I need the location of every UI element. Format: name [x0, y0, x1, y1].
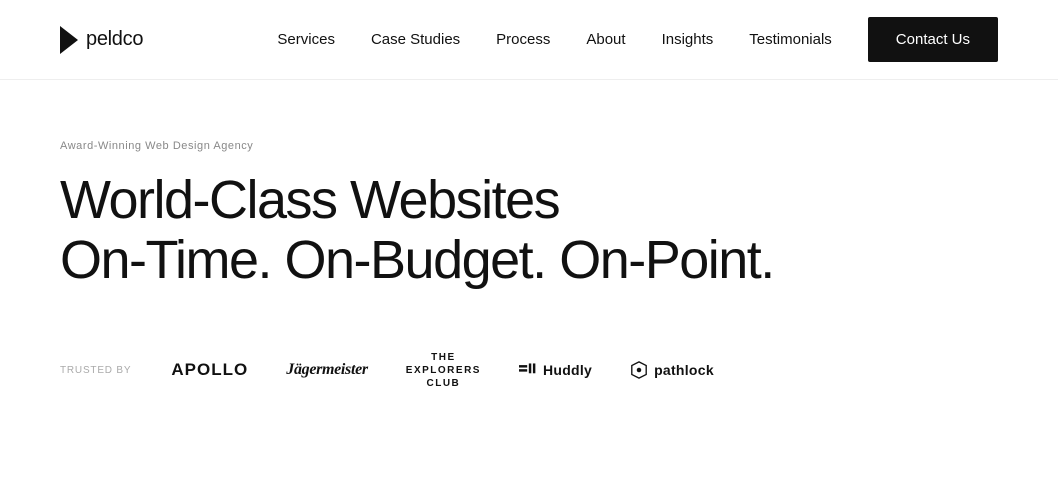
huddly-text: Huddly	[543, 362, 592, 378]
hero-eyebrow: Award-Winning Web Design Agency	[60, 140, 998, 152]
hero-section: Award-Winning Web Design Agency World-Cl…	[0, 80, 1058, 430]
brand-logos: APOLLO Jägermeister THE EXPLORERS CLUB H…	[171, 351, 714, 390]
huddly-icon	[519, 363, 537, 377]
brand-huddly: Huddly	[519, 362, 592, 378]
hero-headline-line1: World-Class Websites	[60, 170, 559, 230]
brand-explorers-club: THE EXPLORERS CLUB	[406, 351, 481, 390]
pathlock-text: pathlock	[654, 362, 714, 378]
nav-testimonials[interactable]: Testimonials	[749, 31, 832, 48]
logo[interactable]: peldco	[60, 26, 143, 54]
brand-jagermeister: Jägermeister	[286, 361, 367, 379]
main-nav: Services Case Studies Process About Insi…	[277, 17, 998, 62]
brand-pathlock: pathlock	[630, 361, 714, 379]
logo-icon	[60, 26, 78, 54]
contact-button[interactable]: Contact Us	[868, 17, 998, 62]
nav-about[interactable]: About	[586, 31, 625, 48]
nav-case-studies[interactable]: Case Studies	[371, 31, 460, 48]
logo-text: peldco	[86, 28, 143, 51]
pathlock-icon	[630, 361, 648, 379]
nav-insights[interactable]: Insights	[662, 31, 714, 48]
header: peldco Services Case Studies Process Abo…	[0, 0, 1058, 80]
trusted-row: TRUSTED BY APOLLO Jägermeister THE EXPLO…	[60, 351, 998, 390]
brand-apollo: APOLLO	[171, 360, 248, 380]
hero-headline: World-Class Websites On-Time. On-Budget.…	[60, 170, 998, 291]
nav-services[interactable]: Services	[277, 31, 335, 48]
trusted-label: TRUSTED BY	[60, 365, 131, 376]
hero-headline-line2: On-Time. On-Budget. On-Point.	[60, 230, 774, 290]
nav-process[interactable]: Process	[496, 31, 550, 48]
